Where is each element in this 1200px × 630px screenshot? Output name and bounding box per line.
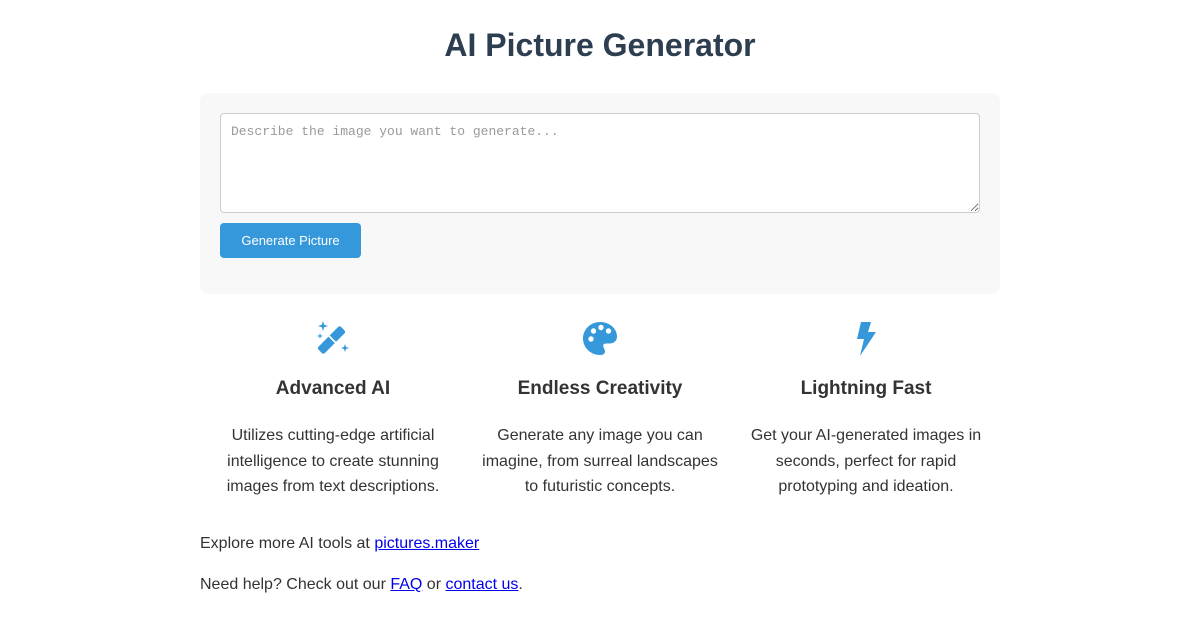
- feature-description: Get your AI-generated images in seconds,…: [750, 427, 982, 496]
- palette-icon: [583, 322, 617, 355]
- feature-description: Utilizes cutting-edge artificial intelli…: [226, 427, 440, 496]
- prompt-input[interactable]: [220, 113, 980, 213]
- help-line: Need help? Check out our FAQ or contact …: [200, 575, 523, 595]
- explore-text: Explore more AI tools at: [200, 535, 375, 552]
- feature-description: Generate any image you can imagine, from…: [482, 427, 718, 496]
- explore-more-line: Explore more AI tools at pictures.maker: [200, 534, 479, 554]
- generate-picture-button[interactable]: Generate Picture: [220, 223, 361, 258]
- faq-link[interactable]: FAQ: [390, 576, 422, 593]
- feature-advanced-ai: Advanced AI Utilizes cutting-edge artifi…: [200, 320, 466, 495]
- feature-title: Advanced AI: [275, 378, 391, 399]
- help-period: .: [518, 576, 523, 593]
- help-or-text: or: [422, 576, 446, 593]
- feature-lightning-fast: Lightning Fast Get your AI-generated ima…: [733, 320, 999, 495]
- contact-us-link[interactable]: contact us: [445, 576, 518, 593]
- lightning-bolt-icon: [857, 322, 876, 356]
- feature-title: Lightning Fast: [800, 378, 932, 399]
- page-title: AI Picture Generator: [444, 27, 756, 63]
- generator-card: Generate Picture: [200, 93, 1000, 294]
- feature-title: Endless Creativity: [517, 378, 683, 399]
- help-text: Need help? Check out our: [200, 576, 391, 593]
- feature-endless-creativity: Endless Creativity Generate any image yo…: [467, 320, 733, 495]
- pictures-maker-link[interactable]: pictures.maker: [374, 535, 479, 552]
- magic-wand-sparkles-icon: [317, 321, 349, 354]
